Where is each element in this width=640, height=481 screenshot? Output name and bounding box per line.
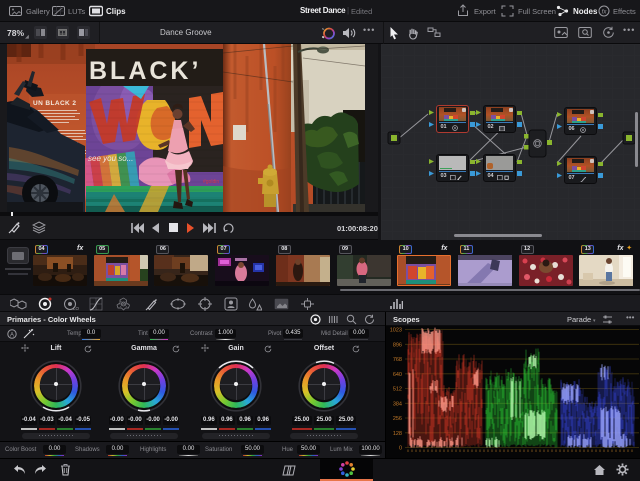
svg-text:fx: fx <box>602 9 608 15</box>
svg-text:896: 896 <box>393 342 402 348</box>
svg-text:UN BLACK 2: UN BLACK 2 <box>33 100 76 107</box>
svg-text:768: 768 <box>393 357 402 363</box>
svg-text:0: 0 <box>399 446 402 452</box>
svg-text:128: 128 <box>393 431 402 437</box>
svg-text:512: 512 <box>393 387 402 393</box>
svg-text:BLACK’: BLACK’ <box>89 57 201 85</box>
svg-text:1023: 1023 <box>390 328 402 334</box>
svg-text:LOG: LOG <box>73 306 79 311</box>
svg-text:256: 256 <box>393 416 402 422</box>
svg-text:384: 384 <box>393 401 402 407</box>
svg-text:640: 640 <box>393 372 402 378</box>
svg-text:A: A <box>10 332 14 338</box>
svg-text:see you so...: see you so... <box>88 154 133 163</box>
